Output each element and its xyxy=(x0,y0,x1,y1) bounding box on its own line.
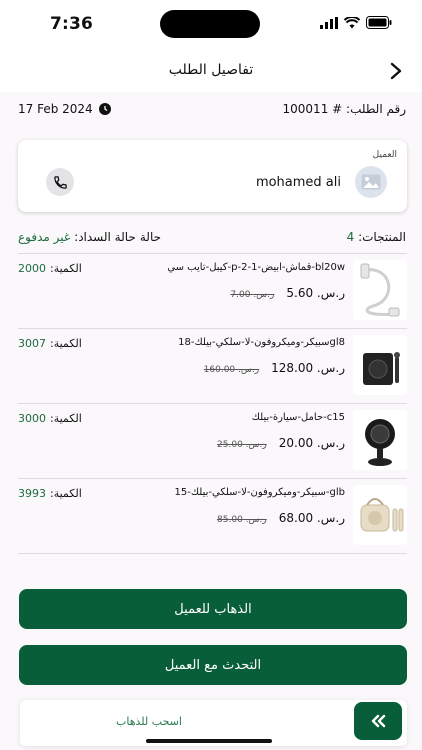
quantity-label: الكمية: xyxy=(50,412,82,425)
currency: ر.س. xyxy=(245,515,267,525)
order-summary: المنتجات: 4 حالة حالة السداد: غير مدفوع xyxy=(18,230,406,250)
slide-handle[interactable] xyxy=(354,702,402,740)
speaker-image xyxy=(363,352,400,385)
product-old-price: ر.س. 160.00 xyxy=(204,365,259,375)
price-value: 68.00 xyxy=(278,511,314,525)
battery-icon xyxy=(366,16,392,29)
product-name: كيبل-تايب سي-p-2-1-قماش-ابيض-bl20w xyxy=(167,262,345,273)
order-details: رقم الطلب: # 100011 17 Feb 2024 العميل m… xyxy=(0,92,422,750)
old-price-value: 85.00 xyxy=(217,515,243,525)
old-price-value: 25.00 xyxy=(217,440,243,450)
payment-status: حالة حالة السداد: غير مدفوع xyxy=(18,230,161,244)
price-row: ر.س. 68.00 ر.س. 85.00 xyxy=(217,511,345,525)
products-label: المنتجات: xyxy=(358,230,406,244)
payment-status-prefix: حالة xyxy=(139,230,162,244)
product-name: سبيكر-وميكروفون-لا-سلكي-بيلك-18gl8 xyxy=(178,337,345,348)
image-placeholder-icon xyxy=(361,174,381,190)
quantity-label: الكمية: xyxy=(50,487,82,500)
product-old-price: ر.س. 85.00 xyxy=(217,515,267,525)
quantity: الكمية: 2000 xyxy=(18,262,82,275)
wifi-icon xyxy=(344,16,360,28)
avatar xyxy=(355,166,387,198)
order-meta: رقم الطلب: # 100011 17 Feb 2024 xyxy=(18,102,406,122)
page-title: تفاصيل الطلب xyxy=(168,62,254,78)
product-image xyxy=(353,260,407,320)
customer-name: mohamed ali xyxy=(255,175,341,190)
currency: ر.س. xyxy=(316,361,345,375)
currency: ر.س. xyxy=(316,436,345,450)
quantity: الكمية: 3007 xyxy=(18,337,82,350)
products-count-value: 4 xyxy=(346,230,355,244)
price-value: 128.00 xyxy=(271,361,314,375)
quantity: الكمية: 3993 xyxy=(18,487,82,500)
list-item[interactable]: كيبل-تايب سي-p-2-1-قماش-ابيض-bl20w ر.س. … xyxy=(18,254,407,328)
order-date: 17 Feb 2024 xyxy=(18,102,111,116)
quantity: الكمية: 3000 xyxy=(18,412,82,425)
quantity-label: الكمية: xyxy=(50,262,82,275)
product-name: سبيكر-وميكروفون-لا-سلكي-بيلك-15-glb xyxy=(174,487,345,498)
product-price: ر.س. 5.60 xyxy=(286,286,345,300)
chevron-right-icon[interactable] xyxy=(386,60,406,82)
price-value: 20.00 xyxy=(278,436,314,450)
order-number: رقم الطلب: # 100011 xyxy=(283,102,406,116)
currency: ر.س. xyxy=(253,290,275,300)
order-date-value: 17 Feb 2024 xyxy=(18,102,93,116)
currency: ر.س. xyxy=(245,440,267,450)
phone-icon xyxy=(53,175,67,189)
customer-card: العميل mohamed ali xyxy=(18,140,407,212)
nav-bar: تفاصيل الطلب xyxy=(0,52,422,92)
list-item[interactable]: سبيكر-وميكروفون-لا-سلكي-بيلك-18gl8 ر.س. … xyxy=(18,329,407,403)
price-row: ر.س. 20.00 ر.س. 25.00 xyxy=(217,436,345,450)
payment-status-value: غير مدفوع xyxy=(18,230,71,244)
dynamic-island xyxy=(160,10,260,38)
product-price: ر.س. 68.00 xyxy=(279,511,345,525)
price-row: ر.س. 5.60 ر.س. 7.00 xyxy=(230,286,345,300)
usb-cable-image xyxy=(360,263,400,317)
go-to-customer-button[interactable]: الذهاب للعميل xyxy=(19,589,407,629)
clock-icon xyxy=(98,103,111,115)
product-image xyxy=(353,335,407,395)
home-indicator xyxy=(146,739,272,743)
double-chevron-left-icon xyxy=(371,714,386,728)
slide-label: اسحب للذهاب xyxy=(116,715,182,728)
product-name: حامل-سيارة-بيلك-c15 xyxy=(251,412,345,423)
product-old-price: ر.س. 25.00 xyxy=(217,440,267,450)
old-price-value: 7.00 xyxy=(230,290,251,300)
products-count: المنتجات: 4 xyxy=(347,230,406,244)
customer-card-label: العميل xyxy=(372,150,397,160)
price-value: 5.60 xyxy=(286,286,314,300)
status-icons xyxy=(320,16,392,29)
list-item[interactable]: حامل-سيارة-بيلك-c15 ر.س. 20.00 ر.س. 25.0… xyxy=(18,404,407,478)
currency: ر.س. xyxy=(316,511,345,525)
divider xyxy=(18,553,407,554)
product-old-price: ر.س. 7.00 xyxy=(230,290,274,300)
list-item[interactable]: سبيكر-وميكروفون-لا-سلكي-بيلك-15-glb ر.س.… xyxy=(18,479,407,553)
talk-to-customer-button[interactable]: التحدث مع العميل xyxy=(19,645,407,685)
quantity-value: 2000 xyxy=(18,262,46,275)
payment-status-label: حالة السداد: xyxy=(74,230,136,244)
old-price-value: 160.00 xyxy=(203,365,236,375)
order-number-value: 100011 xyxy=(282,102,329,116)
currency: ر.س. xyxy=(316,286,345,300)
product-price: ر.س. 128.00 xyxy=(271,361,345,375)
signal-icon xyxy=(320,16,338,29)
quantity-value: 3000 xyxy=(18,412,46,425)
quantity-label: الكمية: xyxy=(50,337,82,350)
call-button[interactable] xyxy=(46,168,74,196)
product-image xyxy=(353,410,407,470)
product-image xyxy=(353,485,407,545)
quantity-value: 3007 xyxy=(18,337,46,350)
car-holder-image xyxy=(365,419,395,466)
status-bar: 7:36 xyxy=(0,0,422,48)
order-number-label: رقم الطلب: # xyxy=(332,102,406,116)
product-price: ر.س. 20.00 xyxy=(279,436,345,450)
currency: ر.س. xyxy=(238,365,260,375)
quantity-value: 3993 xyxy=(18,487,46,500)
price-row: ر.س. 128.00 ر.س. 160.00 xyxy=(204,361,345,375)
status-time: 7:36 xyxy=(50,14,94,34)
mini-speaker-image xyxy=(360,498,404,532)
